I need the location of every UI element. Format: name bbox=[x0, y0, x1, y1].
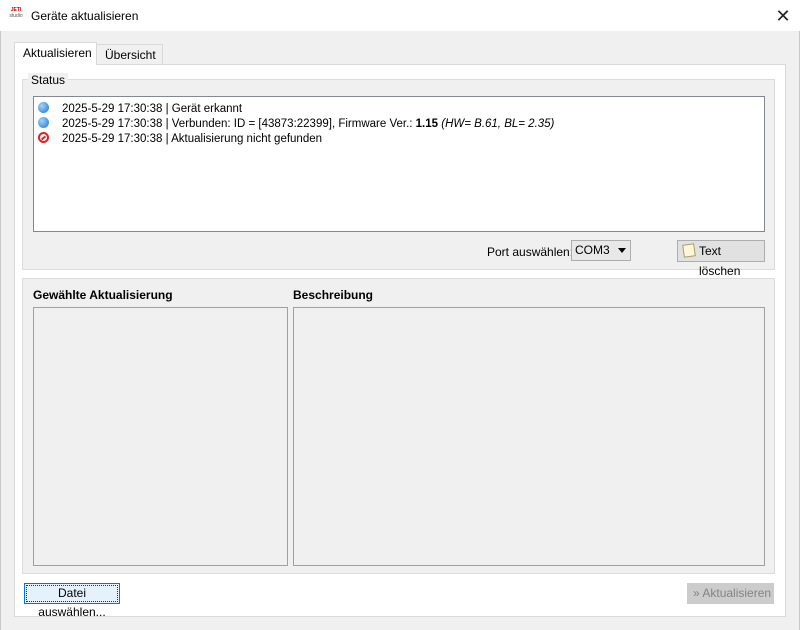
notepad-icon bbox=[682, 243, 696, 258]
port-label: Port auswählen: bbox=[487, 245, 574, 259]
status-log[interactable]: 2025-5-29 17:30:38 | Gerät erkannt 2025-… bbox=[33, 96, 765, 232]
focus-rectangle bbox=[26, 585, 118, 602]
tab-uebersicht[interactable]: Übersicht bbox=[97, 44, 163, 64]
log-entry-main: 2025-5-29 17:30:38 | Verbunden: ID = [43… bbox=[62, 118, 416, 130]
close-icon[interactable]: ✕ bbox=[772, 6, 794, 26]
status-group-label: Status bbox=[28, 73, 69, 87]
window-border-left bbox=[0, 31, 1, 630]
tab-aktualisieren[interactable]: Aktualisieren bbox=[14, 42, 97, 65]
update-button-label: Aktualisieren bbox=[702, 586, 772, 600]
double-chevron-right-icon: » bbox=[693, 586, 700, 600]
description-box[interactable] bbox=[293, 307, 765, 566]
chevron-down-icon bbox=[618, 248, 626, 253]
hardware-bootloader-version: (HW= B.61, BL= 2.35) bbox=[441, 118, 555, 130]
title-bar: JETI studio Geräte aktualisieren ✕ bbox=[0, 0, 800, 31]
description-header: Beschreibung bbox=[293, 288, 374, 302]
firmware-version: 1.15 bbox=[415, 118, 439, 130]
clear-text-button[interactable]: Text löschen bbox=[677, 240, 765, 278]
error-icon bbox=[38, 132, 49, 143]
log-entry-text: 2025-5-29 17:30:38 | Verbunden: ID = [43… bbox=[62, 117, 554, 132]
info-icon bbox=[38, 102, 49, 113]
logo-subtext: studio bbox=[9, 13, 23, 19]
info-icon bbox=[38, 117, 49, 128]
log-entry-text: 2025-5-29 17:30:38 | Gerät erkannt bbox=[62, 103, 243, 115]
port-select-value: COM3 bbox=[575, 243, 610, 257]
log-entry-text: 2025-5-29 17:30:38 | Aktualisierung nich… bbox=[62, 133, 323, 145]
selected-update-header: Gewählte Aktualisierung bbox=[33, 288, 173, 302]
update-button[interactable]: » Aktualisieren bbox=[687, 583, 774, 604]
select-file-button[interactable]: Datei auswählen... bbox=[24, 583, 120, 619]
jeti-studio-logo-icon: JETI studio bbox=[8, 7, 24, 23]
clear-text-label: Text löschen bbox=[699, 244, 741, 278]
port-select[interactable]: COM3 bbox=[571, 240, 631, 261]
window-title: Geräte aktualisieren bbox=[31, 9, 139, 23]
selected-update-list[interactable] bbox=[33, 307, 288, 566]
